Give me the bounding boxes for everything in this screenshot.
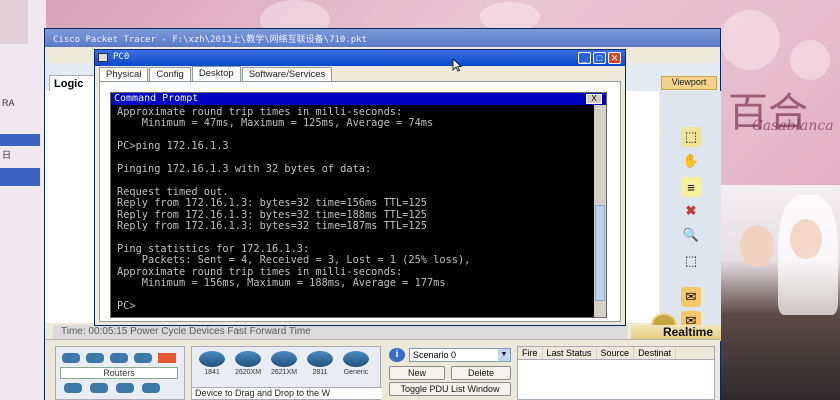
custom-devices-category-icon[interactable] <box>116 383 134 393</box>
pdu-list-table: Fire Last Status Source Destinat <box>517 346 715 400</box>
router-model-generic[interactable]: Generic <box>340 351 372 376</box>
pc0-title: PC0 <box>113 52 130 62</box>
new-scenario-button[interactable]: New <box>389 366 445 380</box>
logical-label: Logic <box>54 78 84 90</box>
command-prompt-output[interactable]: Approximate round trip times in milli-se… <box>117 107 590 315</box>
note-icon[interactable]: ≡ <box>681 177 701 197</box>
info-icon[interactable]: i <box>389 348 405 362</box>
time-bar: Time: 00:05:15 Power Cycle Devices Fast … <box>53 325 627 339</box>
device-categories: Routers <box>55 346 185 400</box>
mouse-cursor-icon <box>452 58 462 72</box>
delete-scenario-button[interactable]: Delete <box>451 366 511 380</box>
command-prompt-line: Pinging 172.16.1.3 with 32 bytes of data… <box>117 163 372 176</box>
wallpaper-photo <box>712 185 840 400</box>
command-prompt-line: Packets: Sent = 4, Received = 3, Lost = … <box>117 254 471 267</box>
wallpaper-brand-sub: Casablanca <box>752 118 834 134</box>
column-source[interactable]: Source <box>597 347 635 359</box>
pc0-tabs: Physical Config Desktop Software/Service… <box>99 66 333 81</box>
end-devices-category-icon[interactable] <box>64 383 82 393</box>
chevron-down-icon: ▼ <box>498 349 510 361</box>
desktop-left-strip: RA 日 <box>0 0 46 400</box>
tab-desktop[interactable]: Desktop <box>191 66 241 81</box>
device-models: 1841 2620XM 2621XM 2811 Generic Device t… <box>191 346 382 400</box>
command-prompt-title: Command Prompt <box>114 93 199 104</box>
wireless-category-icon[interactable] <box>134 353 152 363</box>
switch-category-icon[interactable] <box>86 353 104 363</box>
pc-icon <box>98 53 108 62</box>
tab-physical[interactable]: Physical <box>99 67 149 81</box>
command-prompt-line: PC>ping 172.16.1.3 <box>117 140 229 153</box>
multiuser-category-icon[interactable] <box>142 383 160 393</box>
strip-label: RA <box>2 98 15 108</box>
command-prompt-line: Reply from 172.16.1.3: bytes=32 time=156… <box>117 197 427 210</box>
router-model-2620xm[interactable]: 2620XM <box>232 351 264 376</box>
add-simple-pdu-icon[interactable]: ✉ <box>681 287 701 307</box>
command-prompt-line: Reply from 172.16.1.3: bytes=32 time=187… <box>117 220 427 233</box>
command-prompt-line: Minimum = 47ms, Maximum = 125ms, Average… <box>117 117 434 130</box>
column-fire[interactable]: Fire <box>518 347 543 359</box>
router-category-icon[interactable] <box>62 353 80 363</box>
command-prompt-scrollbar[interactable] <box>594 105 606 317</box>
pt-titlebar[interactable]: Cisco Packet Tracer - F:\xzh\2013上\教学\网络… <box>45 29 720 47</box>
command-prompt-titlebar[interactable]: Command Prompt X <box>111 93 606 105</box>
scenario-select[interactable]: Scenario 0 ▼ <box>409 348 511 362</box>
tab-software-services[interactable]: Software/Services <box>241 67 333 81</box>
inspect-icon[interactable]: 🔍 <box>681 225 701 245</box>
select-icon[interactable]: ⬚ <box>681 127 701 147</box>
scenario-selected: Scenario 0 <box>413 350 457 360</box>
minimize-icon[interactable]: _ <box>578 52 591 64</box>
category-label: Routers <box>60 367 178 379</box>
pdu-table-header: Fire Last Status Source Destinat <box>518 347 714 360</box>
router-model-2811[interactable]: 2811 <box>304 351 336 376</box>
column-last-status[interactable]: Last Status <box>543 347 597 359</box>
move-hand-icon[interactable]: ✋ <box>681 151 701 171</box>
common-tools-bar: ⬚ ✋ ≡ ✖ 🔍 ⬚ ✉ ✉ <box>661 91 721 331</box>
pc0-titlebar[interactable]: PC0 _ □ ✕ <box>95 50 625 66</box>
bottom-panel: Routers 1841 2620XM 2621XM 2811 Generic … <box>45 339 720 400</box>
resize-shape-icon[interactable]: ⬚ <box>681 251 701 271</box>
router-model-1841[interactable]: 1841 <box>196 351 228 376</box>
command-prompt-line <box>117 290 590 301</box>
strip-highlight-2 <box>0 168 40 186</box>
toggle-pdu-list-button[interactable]: Toggle PDU List Window <box>389 382 511 396</box>
desktop-avatar <box>0 0 28 44</box>
maximize-icon[interactable]: □ <box>593 52 606 64</box>
connections-category-icon[interactable] <box>158 353 176 363</box>
tab-config[interactable]: Config <box>149 67 191 81</box>
column-destination[interactable]: Destinat <box>634 347 677 359</box>
pt-window-title: Cisco Packet Tracer - F:\xzh\2013上\教学\网络… <box>53 35 367 45</box>
command-prompt-line: Minimum = 156ms, Maximum = 188ms, Averag… <box>117 277 446 290</box>
close-icon[interactable]: ✕ <box>608 52 621 64</box>
wallpaper-flower <box>790 40 830 80</box>
command-prompt-window: Command Prompt X Approximate round trip … <box>110 92 607 318</box>
wan-emulation-category-icon[interactable] <box>90 383 108 393</box>
strip-label-2: 日 <box>2 150 12 160</box>
wallpaper-flower <box>720 10 780 70</box>
drag-drop-hint: Device to Drag and Drop to the W <box>192 387 382 399</box>
viewport-button[interactable]: Viewport <box>661 76 717 90</box>
scrollbar-thumb[interactable] <box>595 205 605 301</box>
delete-icon[interactable]: ✖ <box>681 201 701 221</box>
scenario-panel: i Scenario 0 ▼ New Delete Toggle PDU Lis… <box>387 346 513 400</box>
hub-category-icon[interactable] <box>110 353 128 363</box>
router-model-2621xm[interactable]: 2621XM <box>268 351 300 376</box>
strip-highlight <box>0 134 40 146</box>
close-icon[interactable]: X <box>586 94 602 104</box>
command-prompt-line: PC> <box>117 299 136 312</box>
